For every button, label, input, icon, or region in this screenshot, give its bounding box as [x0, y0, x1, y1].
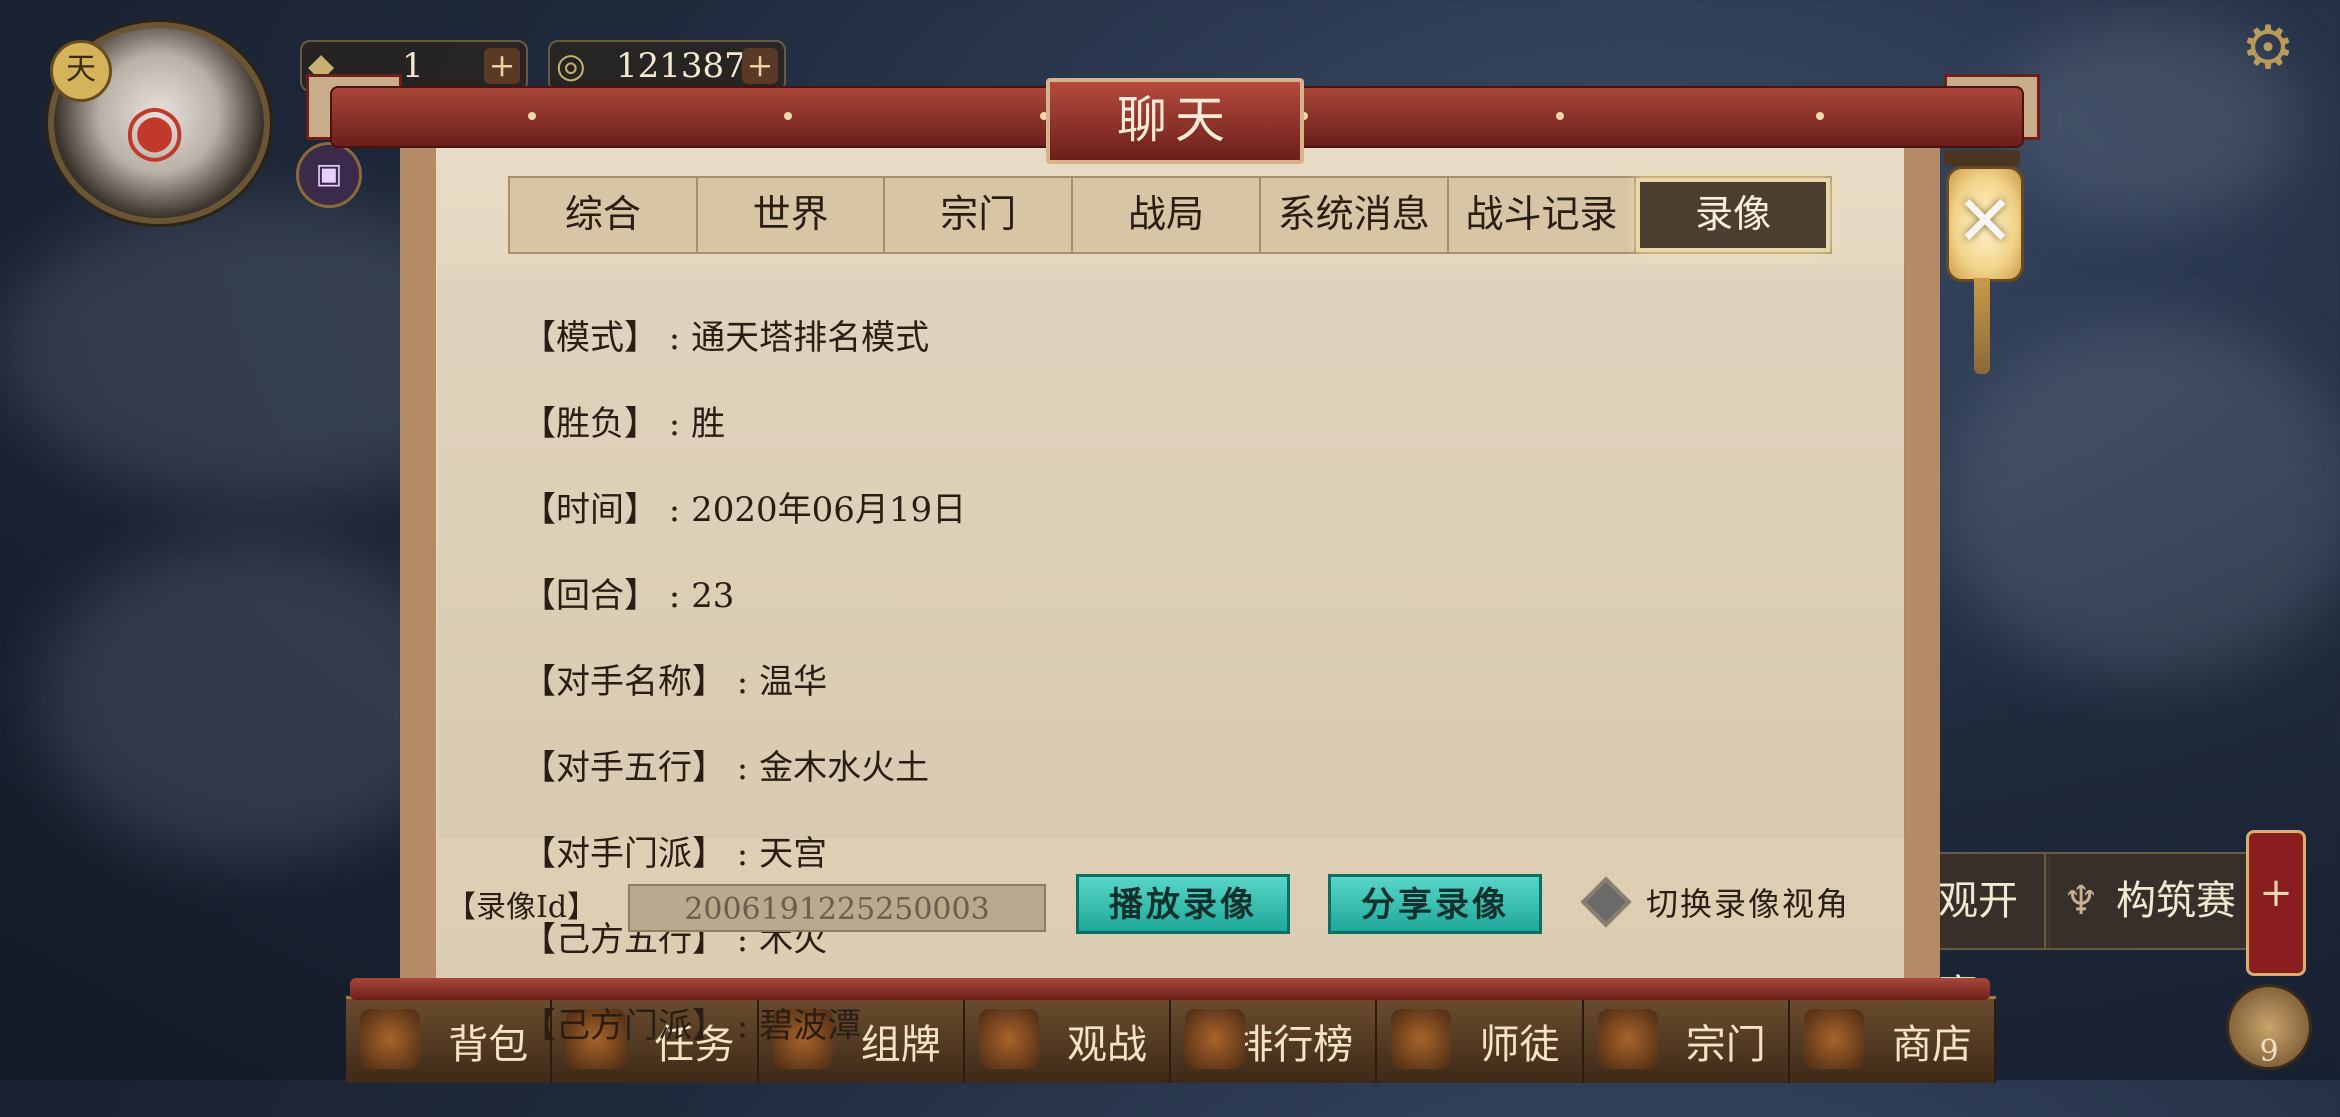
sect-icon — [1597, 1009, 1658, 1069]
tab-combat-log[interactable]: 战斗记录 — [1449, 178, 1637, 252]
event-build-match[interactable]: ♆ 构筑赛 — [2044, 852, 2248, 950]
cloud — [1940, 320, 2340, 680]
record-key: 【己方门派】 — [522, 1006, 726, 1046]
coin-icon: ◎ — [556, 46, 586, 86]
stud — [1816, 112, 1824, 120]
nav-ranking-label: 排行榜 — [1233, 1022, 1354, 1068]
add-gem-button[interactable]: + — [484, 48, 520, 84]
switch-view-label: 切换录像视角 — [1646, 885, 1851, 923]
record-key: 【对手名称】 — [522, 662, 726, 702]
card-icon[interactable]: ▣ — [296, 142, 362, 208]
nav-mentor-label: 师徒 — [1479, 1022, 1560, 1068]
replay-record: 【模式】 : 通天塔排名模式 【胜负】 : 胜 【时间】 : 2020年06月1… — [522, 274, 966, 1091]
record-row: 【模式】 : 通天塔排名模式 — [522, 318, 930, 358]
coin-amount: 121387 — [616, 46, 746, 86]
lantern-cap — [1944, 150, 2020, 166]
record-value: 金木水火土 — [759, 748, 930, 788]
record-row: 【对手门派】 : 天宫 — [522, 834, 828, 874]
record-row: 【对手名称】 : 温华 — [522, 662, 828, 702]
record-key: 【对手五行】 — [522, 748, 726, 788]
record-value: 碧波潭 — [759, 1006, 862, 1046]
nav-sect[interactable]: 宗门 — [1584, 999, 1790, 1083]
record-value: 胜 — [691, 404, 726, 444]
record-value: 天宫 — [759, 834, 828, 874]
replay-id-field[interactable]: 2006191225250003 — [628, 884, 1046, 932]
mentor-icon — [1391, 1009, 1452, 1069]
record-value: 23 — [691, 576, 735, 616]
record-key: 【胜负】 — [522, 404, 658, 444]
white-tiger-portrait-icon: ◉ — [124, 88, 186, 170]
nav-mentor[interactable]: 师徒 — [1377, 999, 1584, 1083]
bag-icon — [360, 1009, 420, 1069]
record-row: 【己方门派】 : 碧波潭 — [522, 1006, 862, 1046]
record-row: 【对手五行】 : 金木水火土 — [522, 748, 930, 788]
nav-bag-label: 背包 — [448, 1022, 529, 1068]
dialog-title: 聊天 — [1046, 78, 1304, 164]
nav-watch-label: 观战 — [1067, 1022, 1147, 1068]
stud — [528, 112, 536, 120]
add-coin-button[interactable]: + — [742, 48, 778, 84]
record-row: 【回合】 : 23 — [522, 576, 735, 616]
record-key: 【回合】 — [522, 576, 658, 616]
record-key: 【时间】 — [522, 490, 658, 530]
stud — [784, 112, 792, 120]
lantern-tassel — [1974, 278, 1990, 374]
record-key: 【对手门派】 — [522, 834, 726, 874]
rank-badge: 天 — [50, 40, 112, 102]
round-counter-badge[interactable]: 9 — [2226, 984, 2312, 1070]
tab-replay[interactable]: 录像 — [1636, 178, 1831, 252]
replay-id-label: 【录像Id】 — [446, 890, 598, 925]
share-replay-button[interactable]: 分享录像 — [1328, 874, 1542, 934]
gem-amount: 1 — [402, 46, 424, 86]
stud — [1556, 112, 1564, 120]
record-value: 通天塔排名模式 — [691, 318, 930, 358]
chat-tabs: 综合 世界 宗门 战局 系统消息 战斗记录 录像 — [508, 176, 1832, 254]
tab-battle[interactable]: 战局 — [1073, 178, 1261, 252]
nav-shop-label: 商店 — [1892, 1022, 1972, 1068]
record-row: 【时间】 : 2020年06月19日 — [522, 490, 967, 530]
ranking-scroll-icon — [1185, 1009, 1245, 1069]
record-value: 温华 — [759, 662, 828, 702]
record-key: 【模式】 — [522, 318, 658, 358]
cloud — [40, 540, 460, 860]
record-value: 2020年06月19日 — [691, 490, 967, 530]
event-build-match-label: 构筑赛 — [2116, 878, 2236, 924]
close-icon[interactable]: ✕ — [1946, 166, 2024, 282]
event-open-match[interactable]: 观开赛 — [1930, 852, 2050, 1018]
nav-sect-label: 宗门 — [1685, 1022, 1766, 1068]
watch-icon — [978, 1009, 1039, 1069]
tab-world[interactable]: 世界 — [698, 178, 886, 252]
nav-ranking[interactable]: 排行榜 — [1171, 999, 1378, 1083]
tab-general[interactable]: 综合 — [510, 178, 698, 252]
build-icon: ♆ — [2063, 878, 2099, 924]
nav-watch[interactable]: 观战 — [965, 999, 1171, 1083]
record-row: 【胜负】 : 胜 — [522, 404, 726, 444]
nav-shop[interactable]: 商店 — [1790, 999, 1996, 1083]
side-plus-button[interactable]: + — [2246, 830, 2306, 976]
tab-system[interactable]: 系统消息 — [1261, 178, 1449, 252]
shop-icon — [1803, 1009, 1864, 1069]
play-replay-button[interactable]: 播放录像 — [1076, 874, 1290, 934]
settings-gear-icon[interactable]: ⚙ — [2236, 16, 2300, 80]
currency-coin: ◎ 121387 + — [548, 40, 786, 92]
tab-sect[interactable]: 宗门 — [885, 178, 1074, 252]
